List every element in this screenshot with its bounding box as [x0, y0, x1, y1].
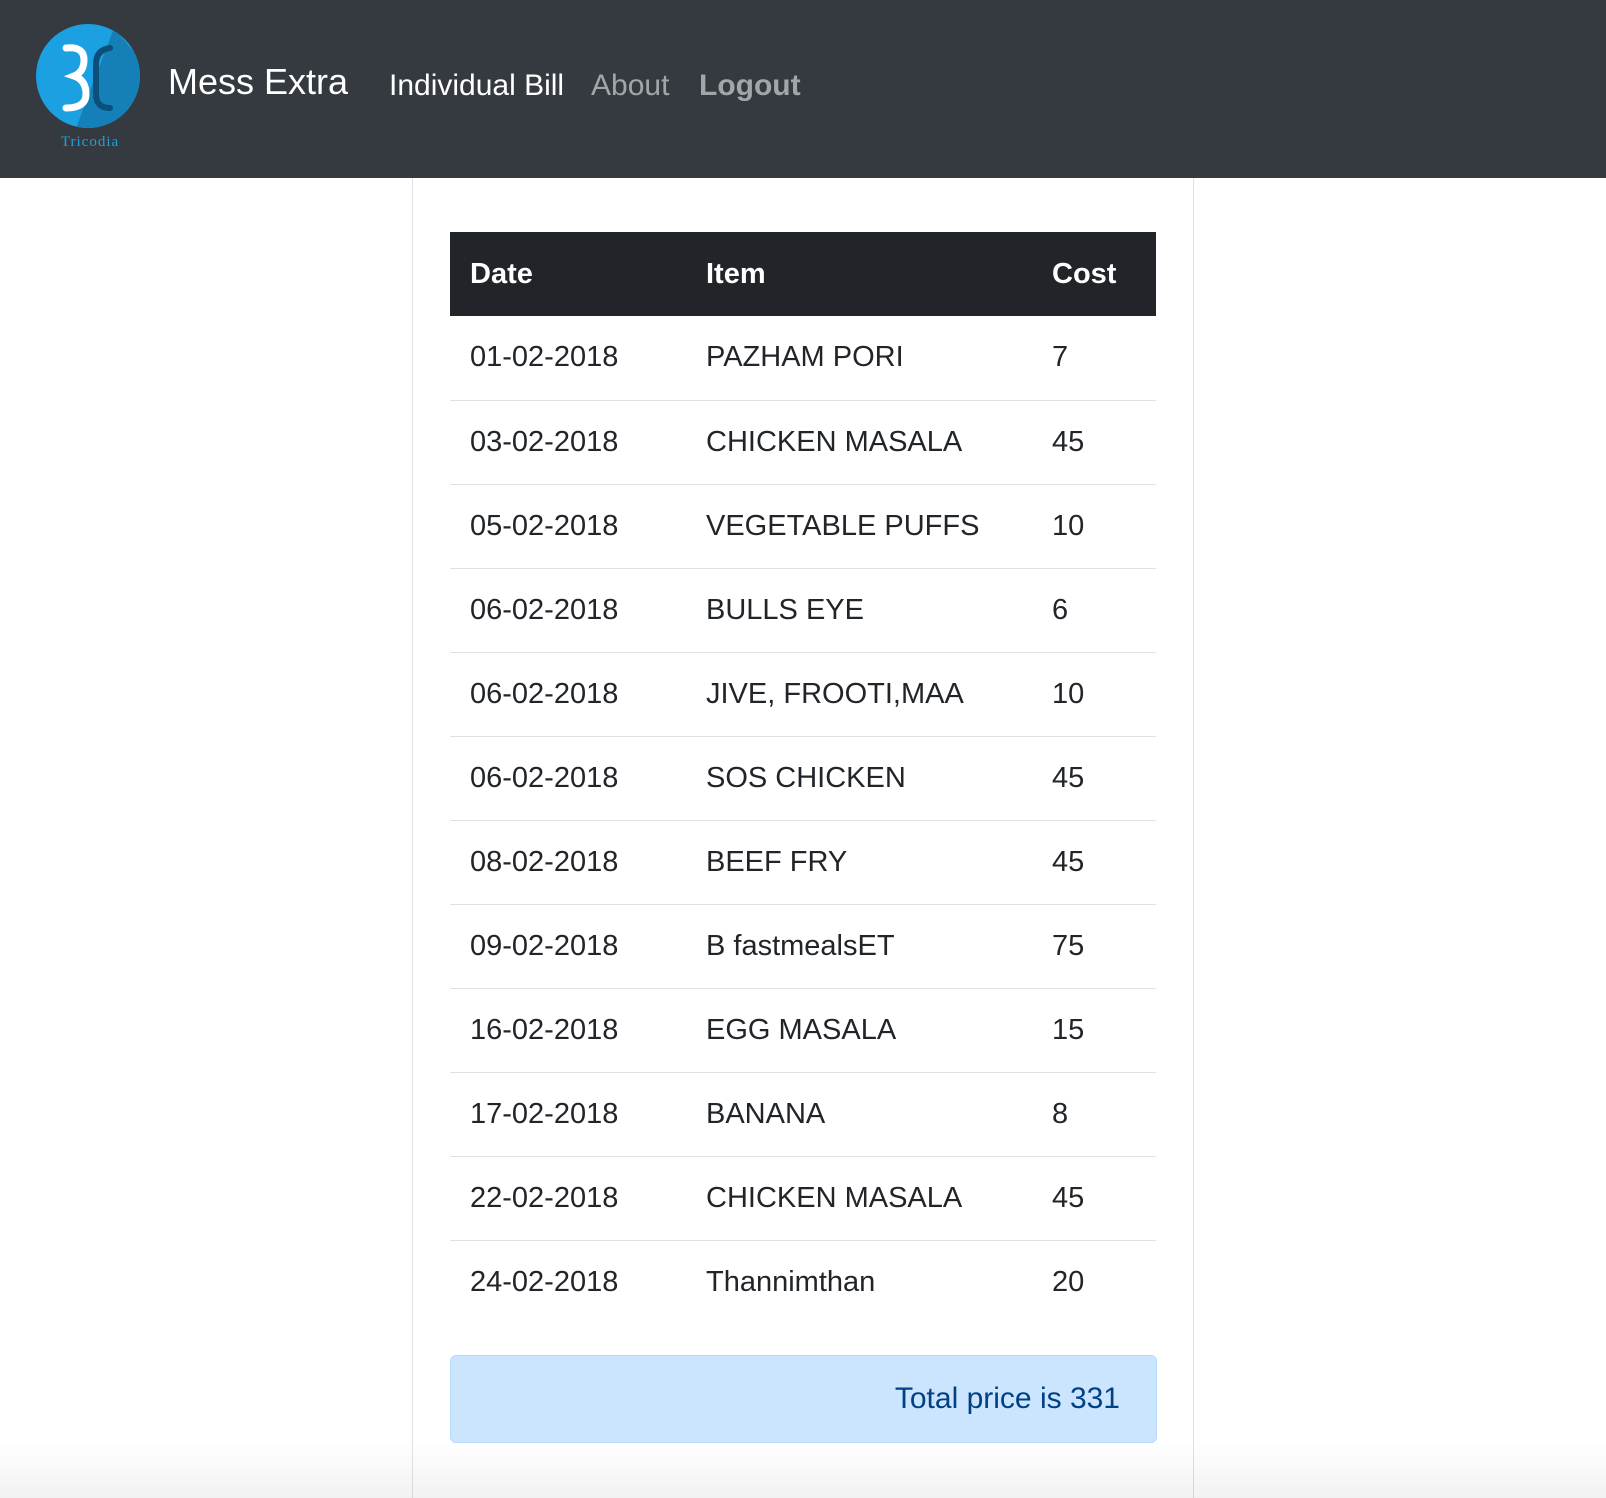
cell-cost: 8 — [1032, 1071, 1156, 1156]
cell-cost: 7 — [1052, 341, 1069, 374]
cell-item: BEEF FRY — [686, 819, 1032, 904]
nav-logout[interactable]: Logout — [699, 66, 801, 106]
cell-item: PAZHAM PORI — [706, 341, 904, 374]
cell-date: 06-02-2018 — [450, 567, 686, 652]
main-container: Date Item Cost 01-02-2018 PAZHAM PORI 7 … — [412, 178, 1194, 1498]
cell-date: 06-02-2018 — [450, 735, 686, 820]
table-row: 16-02-2018 EGG MASALA 15 — [450, 987, 1156, 1072]
cell-cost: 75 — [1032, 903, 1156, 988]
cell-item: VEGETABLE PUFFS — [686, 483, 1032, 568]
cell-cost: 6 — [1032, 567, 1156, 652]
cell-date: 08-02-2018 — [450, 819, 686, 904]
cell-item: BULLS EYE — [686, 567, 1032, 652]
cell-item: JIVE, FROOTI,MAA — [686, 651, 1032, 736]
table-row: 17-02-2018 BANANA 8 — [450, 1071, 1156, 1156]
cell-date: 17-02-2018 — [450, 1071, 686, 1156]
cell-cost: 10 — [1032, 651, 1156, 736]
table-row: 08-02-2018 BEEF FRY 45 — [450, 819, 1156, 904]
cell-item: Thannimthan — [686, 1239, 1032, 1324]
cell-cost: 10 — [1032, 483, 1156, 568]
table-row: 22-02-2018 CHICKEN MASALA 45 — [450, 1155, 1156, 1240]
cell-cost: 45 — [1032, 399, 1156, 484]
cell-date: 24-02-2018 — [450, 1239, 686, 1324]
cell-cost: 45 — [1032, 1155, 1156, 1240]
navbar: Tricodia Mess Extra Individual Bill Abou… — [0, 0, 1606, 178]
cell-cost: 45 — [1032, 819, 1156, 904]
table-header-row: Date Item Cost — [450, 232, 1156, 316]
cell-date: 16-02-2018 — [450, 987, 686, 1072]
table-row: 01-02-2018 PAZHAM PORI 7 — [450, 316, 1156, 400]
header-item: Item — [686, 232, 1032, 316]
cell-cost: 45 — [1032, 735, 1156, 820]
cell-item: EGG MASALA — [686, 987, 1032, 1072]
cell-date: 01-02-2018 — [470, 341, 619, 374]
logo-caption: Tricodia — [61, 134, 119, 150]
cell-date: 03-02-2018 — [450, 399, 686, 484]
cell-item: SOS CHICKEN — [686, 735, 1032, 820]
cell-date: 22-02-2018 — [450, 1155, 686, 1240]
tricodia-logo-icon[interactable]: Tricodia — [36, 24, 144, 152]
cell-item: CHICKEN MASALA — [686, 1155, 1032, 1240]
cell-date: 09-02-2018 — [450, 903, 686, 988]
table-row: 06-02-2018 JIVE, FROOTI,MAA 10 — [450, 651, 1156, 736]
total-price-alert: Total price is 331 — [450, 1355, 1157, 1443]
cell-item: B fastmealsET — [686, 903, 1032, 988]
logo-graphic: Tricodia — [36, 24, 140, 150]
cell-cost: 15 — [1032, 987, 1156, 1072]
cell-item: CHICKEN MASALA — [686, 399, 1032, 484]
table-row: 24-02-2018 Thannimthan 20 — [450, 1239, 1156, 1324]
brand-title[interactable]: Mess Extra — [168, 60, 348, 104]
nav-individual-bill[interactable]: Individual Bill — [389, 66, 564, 106]
bill-table: Date Item Cost 01-02-2018 PAZHAM PORI 7 … — [450, 232, 1156, 1324]
cell-date: 06-02-2018 — [450, 651, 686, 736]
header-cost: Cost — [1032, 232, 1156, 316]
cell-cost: 20 — [1032, 1239, 1156, 1324]
table-row: 06-02-2018 SOS CHICKEN 45 — [450, 735, 1156, 820]
table-row: 05-02-2018 VEGETABLE PUFFS 10 — [450, 483, 1156, 568]
nav-about[interactable]: About — [591, 66, 669, 106]
cell-item: BANANA — [686, 1071, 1032, 1156]
table-row: 06-02-2018 BULLS EYE 6 — [450, 567, 1156, 652]
cell-date: 05-02-2018 — [450, 483, 686, 568]
table-row: 03-02-2018 CHICKEN MASALA 45 — [450, 399, 1156, 484]
header-date: Date — [450, 232, 686, 316]
table-row: 09-02-2018 B fastmealsET 75 — [450, 903, 1156, 988]
